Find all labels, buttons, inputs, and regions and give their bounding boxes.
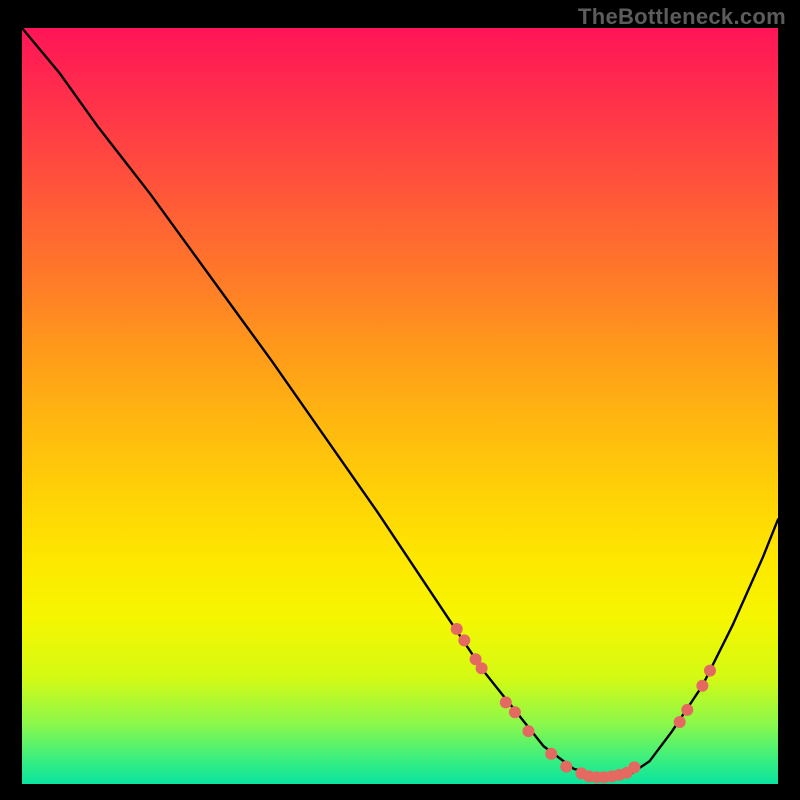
- marker-dot: [451, 623, 463, 635]
- marker-dot: [681, 704, 693, 716]
- marker-dot: [523, 725, 535, 737]
- marker-dot: [704, 665, 716, 677]
- bottleneck-curve: [22, 28, 778, 776]
- chart-stage: TheBottleneck.com: [0, 0, 800, 800]
- marker-dot: [560, 761, 572, 773]
- plot-area: [22, 28, 778, 784]
- marker-dots-group: [451, 623, 716, 783]
- chart-svg: [22, 28, 778, 784]
- attribution-label: TheBottleneck.com: [578, 4, 786, 30]
- marker-dot: [458, 634, 470, 646]
- marker-dot: [674, 716, 686, 728]
- marker-dot: [628, 761, 640, 773]
- marker-dot: [500, 696, 512, 708]
- marker-dot: [696, 680, 708, 692]
- marker-dot: [545, 748, 557, 760]
- marker-dot: [509, 706, 521, 718]
- marker-dot: [476, 662, 488, 674]
